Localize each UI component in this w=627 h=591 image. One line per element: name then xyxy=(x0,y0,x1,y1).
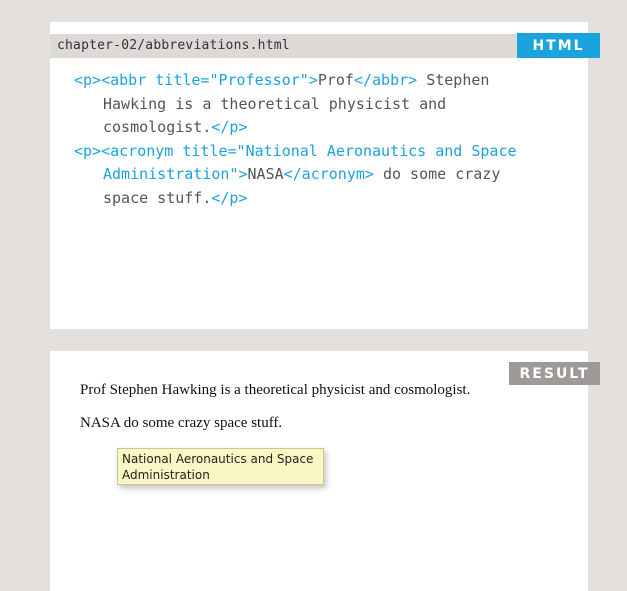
html-tag-label: HTML xyxy=(517,33,600,58)
result-tag-label: RESULT xyxy=(509,362,600,385)
code-tag: </abbr> xyxy=(353,71,418,89)
code-tag: Administration"> xyxy=(103,165,248,183)
code-panel: chapter-02/abbreviations.html HTML <p><a… xyxy=(50,22,600,329)
code-block: <p><abbr title="Professor">Prof</abbr> S… xyxy=(74,69,517,210)
filename: chapter-02/abbreviations.html xyxy=(57,38,290,53)
tooltip-text: National Aeronautics and Space Administr… xyxy=(122,452,314,482)
code-line: Administration">NASA</acronym> do some c… xyxy=(74,163,517,187)
code-text: Stephen xyxy=(417,71,490,89)
code-tag: <p><acronym title="National Aeronautics … xyxy=(74,141,517,160)
code-tag: </acronym> xyxy=(283,165,374,183)
code-text: Hawking is a theoretical physicist and xyxy=(103,94,447,113)
filename-bar: chapter-02/abbreviations.html xyxy=(50,34,588,58)
code-line: Hawking is a theoretical physicist and xyxy=(74,93,517,117)
result-paragraph-abbr: Prof Stephen Hawking is a theoretical ph… xyxy=(80,382,471,398)
code-tag: </p> xyxy=(211,188,248,207)
code-text: NASA xyxy=(247,165,284,183)
code-text: do some crazy xyxy=(373,165,501,183)
code-tag: </p> xyxy=(211,118,248,136)
code-text: cosmologist. xyxy=(103,118,212,136)
title-tooltip: National Aeronautics and Space Administr… xyxy=(117,448,324,485)
code-text: space stuff. xyxy=(103,188,212,207)
code-line: <p><acronym title="National Aeronautics … xyxy=(74,140,517,164)
code-line: cosmologist.</p> xyxy=(74,116,517,140)
result-panel: RESULT Prof Stephen Hawking is a theoret… xyxy=(50,351,600,591)
code-tag: <p><abbr title="Professor"> xyxy=(74,71,318,89)
result-paragraph-acronym: NASA do some crazy space stuff. xyxy=(80,415,283,431)
code-text: Prof xyxy=(317,71,354,89)
code-line: space stuff.</p> xyxy=(74,187,517,211)
code-line: <p><abbr title="Professor">Prof</abbr> S… xyxy=(74,69,517,93)
